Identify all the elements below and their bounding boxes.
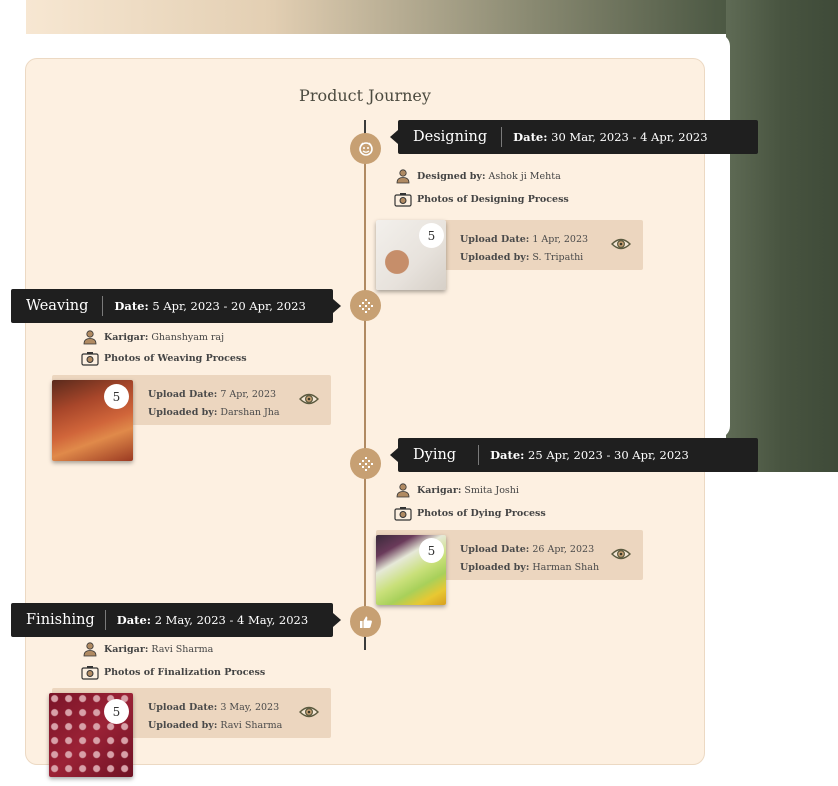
timeline-line <box>364 120 366 650</box>
upload-info: Upload Date: 3 May, 2023 Uploaded by: Ra… <box>148 702 283 731</box>
stage-date: Date: 25 Apr, 2023 - 30 Apr, 2023 <box>490 448 689 462</box>
stage-bar-weaving[interactable]: Weaving Date: 5 Apr, 2023 - 20 Apr, 2023 <box>11 289 341 323</box>
stage-name: Designing <box>398 127 503 147</box>
face-icon <box>350 133 381 164</box>
stage-bar-designing[interactable]: Designing Date: 30 Mar, 2023 - 4 Apr, 20… <box>390 120 758 154</box>
eye-icon[interactable] <box>611 545 631 563</box>
camera-icon <box>394 505 412 521</box>
karigar-info: Karigar: Smita Joshi <box>394 482 519 498</box>
photos-link-designing[interactable]: Photos of Designing Process <box>394 191 572 207</box>
eye-icon[interactable] <box>611 235 631 253</box>
camera-icon <box>394 191 412 207</box>
upload-info: Upload Date: 26 Apr, 2023 Uploaded by: H… <box>460 544 600 573</box>
person-icon <box>81 641 99 657</box>
thumbs-up-icon <box>350 606 381 637</box>
stage-date: Date: 5 Apr, 2023 - 20 Apr, 2023 <box>114 299 306 313</box>
karigar-info: Karigar: Ravi Sharma <box>81 641 213 657</box>
photo-thumbnail-dying[interactable]: 5 <box>376 535 446 605</box>
background-dark-panel <box>726 0 838 472</box>
photos-link-finishing[interactable]: Photos of Finalization Process <box>81 664 268 680</box>
photo-count-badge: 5 <box>419 538 444 563</box>
pattern-icon <box>350 290 381 321</box>
photos-link-dying[interactable]: Photos of Dying Process <box>394 505 549 521</box>
photo-count-badge: 5 <box>104 384 129 409</box>
designer-info: Designed by: Ashok ji Mehta <box>394 168 561 184</box>
person-icon <box>394 168 412 184</box>
stage-date: Date: 30 Mar, 2023 - 4 Apr, 2023 <box>513 130 708 144</box>
karigar-info: Karigar: Ghanshyam raj <box>81 329 224 345</box>
photo-count-badge: 5 <box>419 223 444 248</box>
camera-icon <box>81 350 99 366</box>
stage-date: Date: 2 May, 2023 - 4 May, 2023 <box>116 613 309 627</box>
eye-icon[interactable] <box>299 703 319 721</box>
stage-bar-finishing[interactable]: Finishing Date: 2 May, 2023 - 4 May, 202… <box>11 603 341 637</box>
stage-name: Dying <box>398 445 480 465</box>
person-icon <box>81 329 99 345</box>
pattern-icon <box>350 448 381 479</box>
photo-thumbnail-weaving[interactable]: 5 <box>52 380 133 461</box>
upload-info: Upload Date: 1 Apr, 2023 Uploaded by: S.… <box>460 234 589 263</box>
photo-count-badge: 5 <box>104 699 129 724</box>
stage-bar-dying[interactable]: Dying Date: 25 Apr, 2023 - 30 Apr, 2023 <box>390 438 758 472</box>
upload-info: Upload Date: 7 Apr, 2023 Uploaded by: Da… <box>148 389 280 418</box>
stage-name: Weaving <box>11 296 104 316</box>
photo-thumbnail-designing[interactable]: 5 <box>376 220 446 290</box>
person-icon <box>394 482 412 498</box>
photo-thumbnail-finishing[interactable]: 5 <box>49 693 133 777</box>
eye-icon[interactable] <box>299 390 319 408</box>
page-title: Product Journey <box>299 86 431 105</box>
header-gradient-band <box>26 0 838 34</box>
stage-name: Finishing <box>11 610 106 630</box>
camera-icon <box>81 664 99 680</box>
photos-link-weaving[interactable]: Photos of Weaving Process <box>81 350 250 366</box>
